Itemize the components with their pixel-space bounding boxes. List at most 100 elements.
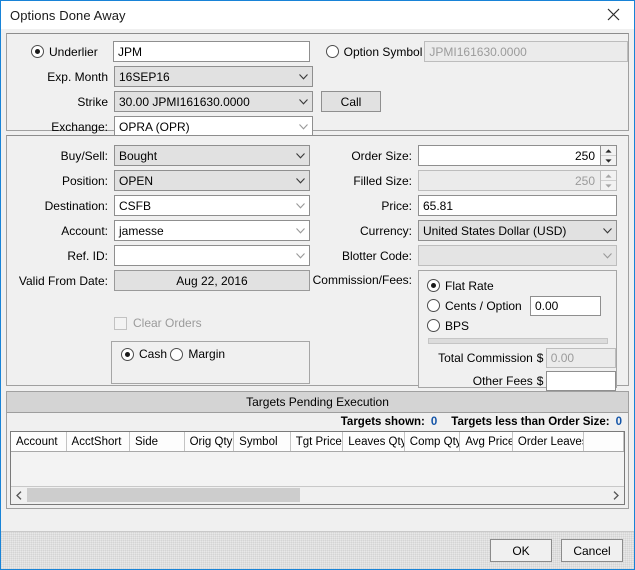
cancel-button-label: Cancel xyxy=(573,543,611,558)
targets-shown-label: Targets shown: xyxy=(340,416,425,428)
total-commission-input: 0.00 xyxy=(545,347,616,368)
chevron-down-icon xyxy=(299,73,308,80)
commission-fees-label: Commission/Fees: xyxy=(312,273,412,287)
grid-column-header[interactable]: Side xyxy=(130,432,185,451)
grid-column-header[interactable]: Account xyxy=(11,432,67,451)
position-combo[interactable]: OPEN xyxy=(114,170,310,191)
order-size-value[interactable]: 250 xyxy=(418,145,600,166)
cash-radio[interactable]: Cash xyxy=(121,346,167,363)
grid-column-header[interactable]: Orig Qty xyxy=(185,432,235,451)
cancel-button[interactable]: Cancel xyxy=(561,539,623,562)
grid-column-header[interactable]: Leaves Qty xyxy=(343,432,405,451)
grid-column-header[interactable] xyxy=(584,432,624,451)
currency-label: Currency: xyxy=(359,223,412,238)
targets-shown-count: 0 xyxy=(430,416,438,428)
other-fees-currency: $ xyxy=(536,373,544,388)
cents-option-radio[interactable]: Cents / Option xyxy=(427,299,530,313)
total-commission-currency: $ xyxy=(536,350,544,365)
position-value: OPEN xyxy=(119,173,154,188)
blotter-code-label: Blotter Code: xyxy=(341,248,412,263)
clear-orders-checkbox: Clear Orders xyxy=(114,316,202,330)
flat-rate-radio[interactable]: Flat Rate xyxy=(427,276,494,295)
scroll-left-icon[interactable] xyxy=(11,491,27,500)
targets-panel-header: Targets Pending Execution xyxy=(7,392,628,413)
currency-value: United States Dollar (USD) xyxy=(423,223,567,238)
underlier-input[interactable]: JPM xyxy=(112,41,310,62)
ok-button-label: OK xyxy=(512,543,530,558)
other-fees-input[interactable] xyxy=(545,370,616,391)
option-symbol-input: JPMI161630.0000 xyxy=(424,41,628,62)
price-value: 65.81 xyxy=(423,198,454,213)
strike-value: 30.00 JPMI161630.0000 xyxy=(119,94,250,109)
grid-column-header[interactable]: Order Leaves xyxy=(513,432,585,451)
bps-label: BPS xyxy=(445,318,470,333)
exchange-value: OPRA (OPR) xyxy=(119,119,190,134)
targets-grid[interactable]: Account AcctShort Side Orig Qty Symbol Tgt Pr… xyxy=(10,431,625,505)
bps-radio[interactable]: BPS xyxy=(427,316,469,335)
targets-grid-header-row: Account AcctShort Side Orig Qty Symbol Tgt Pr… xyxy=(11,432,624,452)
radio-dot-icon xyxy=(427,279,440,292)
strike-combo[interactable]: 30.00 JPMI161630.0000 xyxy=(114,91,313,112)
buy-sell-combo[interactable]: Bought xyxy=(114,145,310,166)
call-button-label: Call xyxy=(340,94,362,109)
order-size-stepper[interactable]: 250 xyxy=(418,145,617,166)
scrollbar-track[interactable] xyxy=(27,487,608,504)
ok-button[interactable]: OK xyxy=(490,539,552,562)
exp-month-value: 16SEP16 xyxy=(119,69,170,84)
chevron-down-icon xyxy=(299,98,308,105)
chevron-down-icon xyxy=(296,202,305,209)
commission-fees-group: Flat Rate Cents / Option 0.00 BPS Total … xyxy=(418,270,617,391)
destination-combo[interactable]: CSFB xyxy=(114,195,310,216)
exchange-combo[interactable]: OPRA (OPR) xyxy=(114,116,313,137)
option-symbol-radio-label: Option Symbol xyxy=(343,44,423,59)
grid-column-header[interactable]: Tgt Price xyxy=(291,432,344,451)
scrollbar-thumb[interactable] xyxy=(27,488,301,502)
targets-horizontal-scrollbar[interactable] xyxy=(11,486,624,504)
option-symbol-radio[interactable]: Option Symbol xyxy=(325,44,425,59)
call-button[interactable]: Call xyxy=(321,91,381,112)
price-input[interactable]: 65.81 xyxy=(418,195,617,216)
exp-month-label: Exp. Month xyxy=(47,69,108,84)
grid-column-header[interactable]: Symbol xyxy=(234,432,291,451)
radio-dot-icon xyxy=(427,299,440,312)
destination-value: CSFB xyxy=(119,198,152,213)
spin-up-icon xyxy=(601,171,616,181)
margin-radio-label: Margin xyxy=(188,347,226,361)
targets-pending-execution-panel: Targets Pending Execution Targets shown:… xyxy=(6,391,629,509)
total-commission-value: 0.00 xyxy=(550,350,575,365)
grid-column-header[interactable]: Comp Qty xyxy=(405,432,461,451)
account-combo[interactable]: jamesse xyxy=(114,220,310,241)
dialog-footer: OK Cancel xyxy=(1,531,634,569)
buy-sell-label: Buy/Sell: xyxy=(60,148,108,163)
scroll-right-icon[interactable] xyxy=(608,491,624,500)
order-left-column: Buy/Sell: Bought Position: OPEN Destinat… xyxy=(7,145,310,388)
currency-combo[interactable]: United States Dollar (USD) xyxy=(418,220,617,241)
exp-month-combo[interactable]: 16SEP16 xyxy=(114,66,313,87)
close-icon[interactable] xyxy=(594,1,632,28)
margin-radio[interactable]: Margin xyxy=(170,346,225,363)
other-fees-label: Other Fees xyxy=(472,373,533,388)
underlier-radio[interactable]: Underlier xyxy=(31,45,113,59)
spin-up-icon[interactable] xyxy=(601,146,616,156)
price-label: Price: xyxy=(381,198,412,213)
cents-option-input[interactable]: 0.00 xyxy=(530,295,601,316)
chevron-down-icon xyxy=(603,227,612,234)
chevron-down-icon xyxy=(296,252,305,259)
ref-id-combo[interactable] xyxy=(114,245,310,266)
targets-grid-body[interactable] xyxy=(11,452,624,486)
commission-separator xyxy=(428,338,608,344)
grid-column-header[interactable]: AcctShort xyxy=(67,432,131,451)
spin-down-icon xyxy=(601,181,616,190)
grid-column-header[interactable]: Avg Price xyxy=(460,432,513,451)
blotter-code-combo xyxy=(418,245,617,266)
chevron-down-icon xyxy=(299,123,308,130)
cash-margin-group: Cash Margin xyxy=(111,340,310,384)
order-panel: Buy/Sell: Bought Position: OPEN Destinat… xyxy=(6,135,629,391)
spin-down-icon[interactable] xyxy=(601,156,616,165)
options-done-away-dialog: Options Done Away Underlier JPM Option S… xyxy=(0,0,635,570)
order-size-spin-arrows[interactable] xyxy=(600,145,617,166)
radio-dot-icon xyxy=(427,319,440,332)
filled-size-label: Filled Size: xyxy=(353,173,412,188)
order-right-column: Order Size: 250 Filled Size: 250 Price: … xyxy=(310,145,628,391)
valid-from-date-button[interactable]: Aug 22, 2016 xyxy=(114,270,310,291)
